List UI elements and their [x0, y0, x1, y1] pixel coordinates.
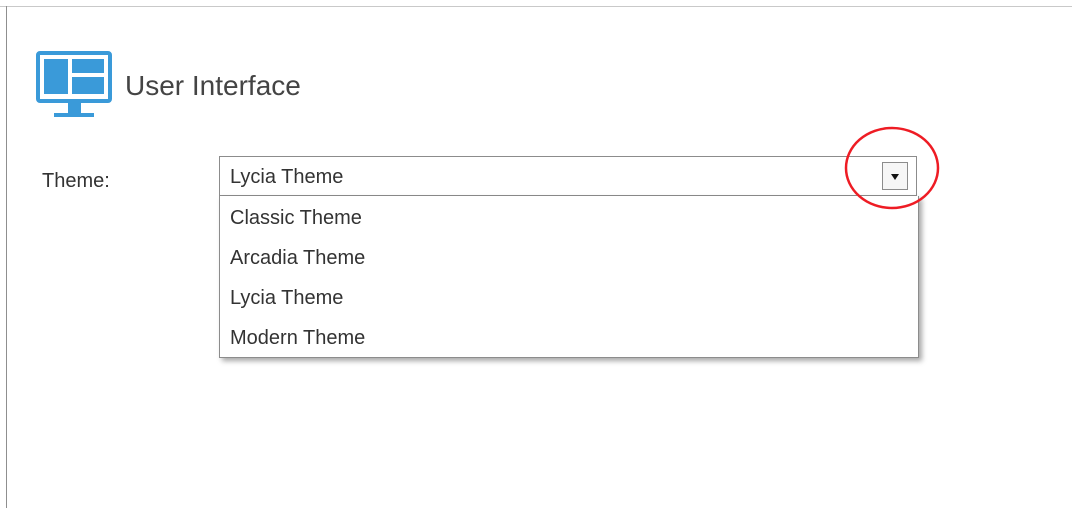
monitor-layout-icon — [36, 51, 112, 117]
theme-option-modern[interactable]: Modern Theme — [220, 318, 918, 358]
settings-panel: User Interface Theme: Lycia Theme Classi… — [0, 0, 1072, 508]
left-divider — [6, 6, 7, 508]
theme-selected-value: Lycia Theme — [230, 166, 344, 188]
theme-dropdown-list[interactable]: Classic Theme Arcadia Theme Lycia Theme … — [219, 196, 919, 358]
theme-select[interactable]: Lycia Theme — [219, 156, 917, 196]
top-divider — [0, 6, 1072, 7]
theme-option-arcadia[interactable]: Arcadia Theme — [220, 238, 918, 278]
annotation-circle — [844, 126, 940, 210]
theme-option-classic[interactable]: Classic Theme — [220, 198, 918, 238]
section-title: User Interface — [125, 70, 301, 101]
theme-option-lycia[interactable]: Lycia Theme — [220, 278, 918, 318]
theme-label: Theme: — [42, 170, 110, 192]
